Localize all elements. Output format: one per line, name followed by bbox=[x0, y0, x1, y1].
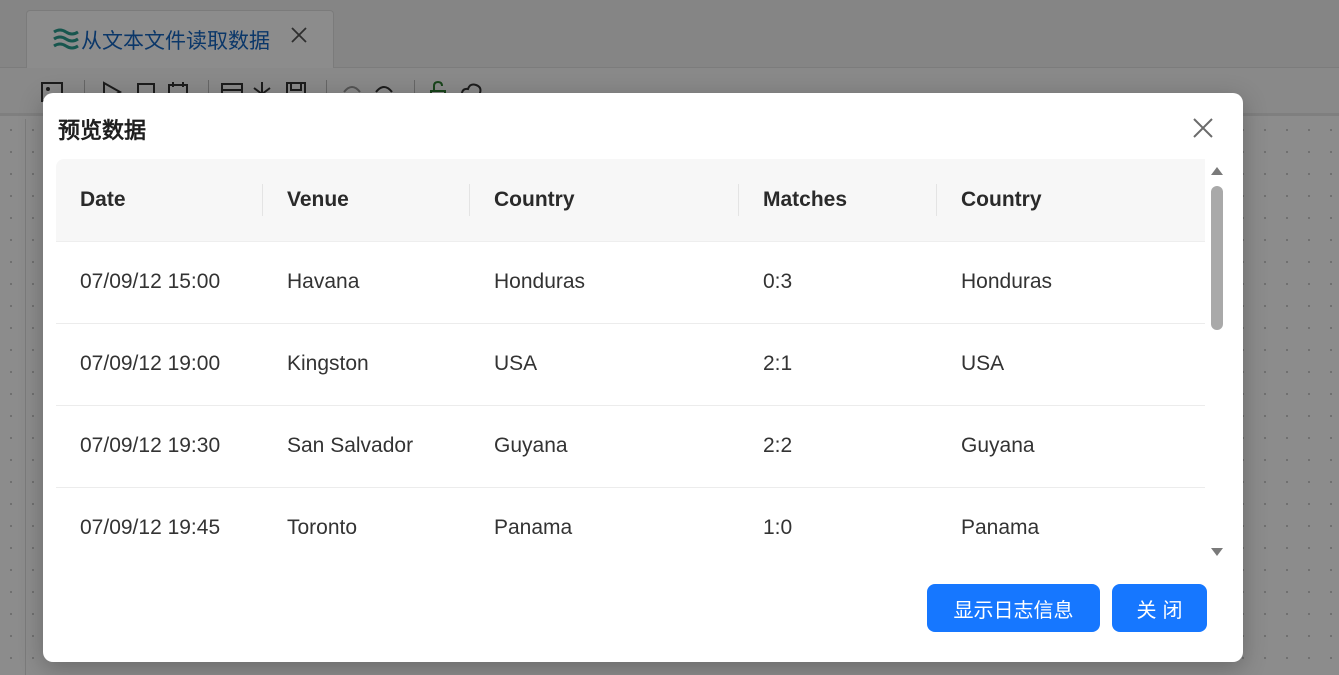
table-row: 07/09/12 19:45 Toronto Panama 1:0 Panama bbox=[56, 487, 1206, 564]
table-cell: 0:3 bbox=[739, 241, 937, 324]
table-cell: Havana bbox=[263, 241, 470, 324]
table-cell: Panama bbox=[470, 487, 739, 564]
scrollbar-thumb[interactable] bbox=[1211, 186, 1223, 330]
table-cell: 07/09/12 19:45 bbox=[56, 487, 263, 564]
table-cell: 2:1 bbox=[739, 323, 937, 406]
close-button[interactable]: 关闭 bbox=[1112, 584, 1207, 632]
scroll-down-arrow-icon[interactable] bbox=[1211, 548, 1223, 556]
column-header: Country bbox=[470, 159, 739, 242]
table-cell: Panama bbox=[937, 487, 1206, 564]
column-header: Country bbox=[937, 159, 1206, 242]
table-cell: Honduras bbox=[937, 241, 1206, 324]
table-cell: 07/09/12 15:00 bbox=[56, 241, 263, 324]
table-cell: Guyana bbox=[937, 405, 1206, 488]
table-cell: 07/09/12 19:00 bbox=[56, 323, 263, 406]
table-row: 07/09/12 19:00 Kingston USA 2:1 USA bbox=[56, 323, 1206, 406]
table-cell: San Salvador bbox=[263, 405, 470, 488]
table-cell: USA bbox=[937, 323, 1206, 406]
table-cell: 2:2 bbox=[739, 405, 937, 488]
table-row: 07/09/12 19:30 San Salvador Guyana 2:2 G… bbox=[56, 405, 1206, 488]
close-icon[interactable] bbox=[1190, 115, 1216, 141]
table-cell: 07/09/12 19:30 bbox=[56, 405, 263, 488]
column-header: Matches bbox=[739, 159, 937, 242]
show-log-button[interactable]: 显示日志信息 bbox=[927, 584, 1100, 632]
column-header: Date bbox=[56, 159, 263, 242]
table-header-row: Date Venue Country Matches Country bbox=[56, 159, 1206, 242]
table-cell: Kingston bbox=[263, 323, 470, 406]
table-cell: 1:0 bbox=[739, 487, 937, 564]
vertical-scrollbar[interactable] bbox=[1205, 159, 1229, 564]
dialog-title: 预览数据 bbox=[58, 119, 147, 144]
preview-table-container[interactable]: Date Venue Country Matches Country 07/09… bbox=[56, 159, 1229, 564]
scroll-up-arrow-icon[interactable] bbox=[1211, 167, 1223, 175]
table-cell: Honduras bbox=[470, 241, 739, 324]
table-cell: Toronto bbox=[263, 487, 470, 564]
preview-table: Date Venue Country Matches Country 07/09… bbox=[56, 159, 1206, 564]
preview-data-dialog: 预览数据 Date Venue Country Matches Country … bbox=[43, 93, 1243, 662]
column-header: Venue bbox=[263, 159, 470, 242]
table-cell: USA bbox=[470, 323, 739, 406]
table-row: 07/09/12 15:00 Havana Honduras 0:3 Hondu… bbox=[56, 241, 1206, 324]
table-cell: Guyana bbox=[470, 405, 739, 488]
